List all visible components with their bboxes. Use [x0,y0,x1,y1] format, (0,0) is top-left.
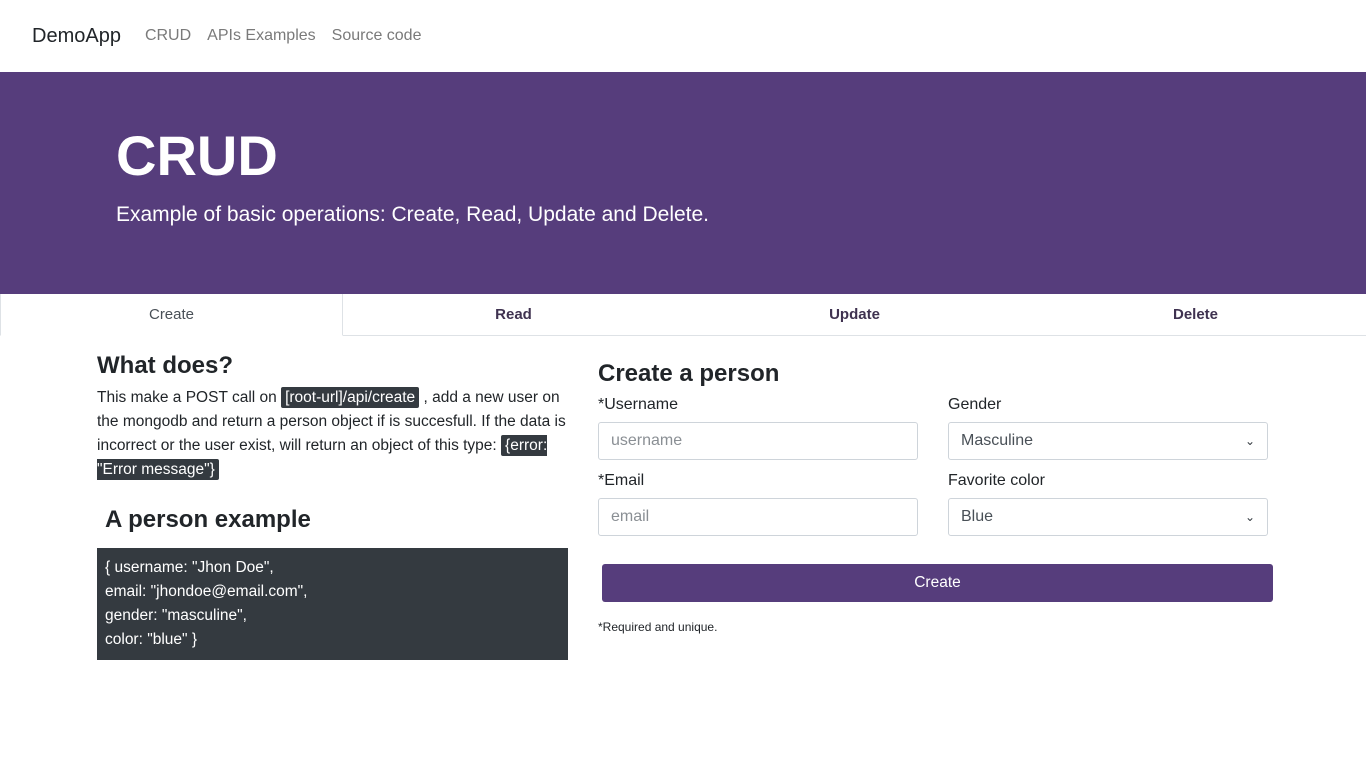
description-heading: What does? [97,352,233,379]
brand-logo[interactable]: DemoApp [32,25,121,48]
create-button[interactable]: Create [602,564,1273,602]
description-part-1: This make a POST call on [97,389,282,406]
tab-update[interactable]: Update [684,294,1025,335]
form-heading: Create a person [598,360,780,387]
description-panel: What does? This make a POST call on [roo… [97,352,568,660]
example-line: email: "jhondoe@email.com", [105,583,308,600]
color-selected-value: Blue [961,508,994,525]
email-label: *Email [598,472,645,489]
description-text: This make a POST call on [root-url]/api/… [97,386,568,482]
gender-group: Gender Masculine ⌄ [948,396,1268,460]
endpoint-code: [root-url]/api/create [281,387,420,408]
navbar: DemoApp CRUD APIs Examples Source code [0,0,1366,72]
username-group: *Username [598,396,918,460]
form-row-2: *Email Favorite color Blue ⌄ [598,472,1273,536]
person-example-code: { username: "Jhon Doe", email: "jhondoe@… [97,548,568,660]
color-group: Favorite color Blue ⌄ [948,472,1268,536]
nav-link-source-code[interactable]: Source code [332,27,422,45]
nav-link-crud[interactable]: CRUD [145,27,191,45]
email-input[interactable] [598,498,918,536]
create-person-form: Create a person *Username Gender Masculi… [598,360,1273,634]
operation-tabs: Create Read Update Delete [0,294,1366,336]
tab-delete[interactable]: Delete [1025,294,1366,335]
tab-create[interactable]: Create [0,294,343,336]
chevron-down-icon: ⌄ [1244,434,1255,448]
gender-select[interactable]: Masculine ⌄ [948,422,1268,460]
example-line: { username: "Jhon Doe", [105,559,274,576]
color-select[interactable]: Blue ⌄ [948,498,1268,536]
chevron-down-icon: ⌄ [1244,510,1255,524]
form-row-1: *Username Gender Masculine ⌄ [598,396,1273,460]
color-label: Favorite color [948,472,1045,489]
example-line: gender: "masculine", [105,607,247,624]
hero-banner: CRUD Example of basic operations: Create… [0,72,1366,294]
example-heading: A person example [105,506,311,533]
tab-read[interactable]: Read [343,294,684,335]
page-subtitle: Example of basic operations: Create, Rea… [116,203,710,226]
email-group: *Email [598,472,918,536]
gender-label: Gender [948,396,1002,413]
page-title: CRUD [116,124,278,187]
username-label: *Username [598,396,679,413]
gender-selected-value: Masculine [961,432,1034,449]
nav-link-apis-examples[interactable]: APIs Examples [207,27,315,45]
username-input[interactable] [598,422,918,460]
example-line: color: "blue" } [105,631,198,648]
required-note: *Required and unique. [598,620,718,634]
